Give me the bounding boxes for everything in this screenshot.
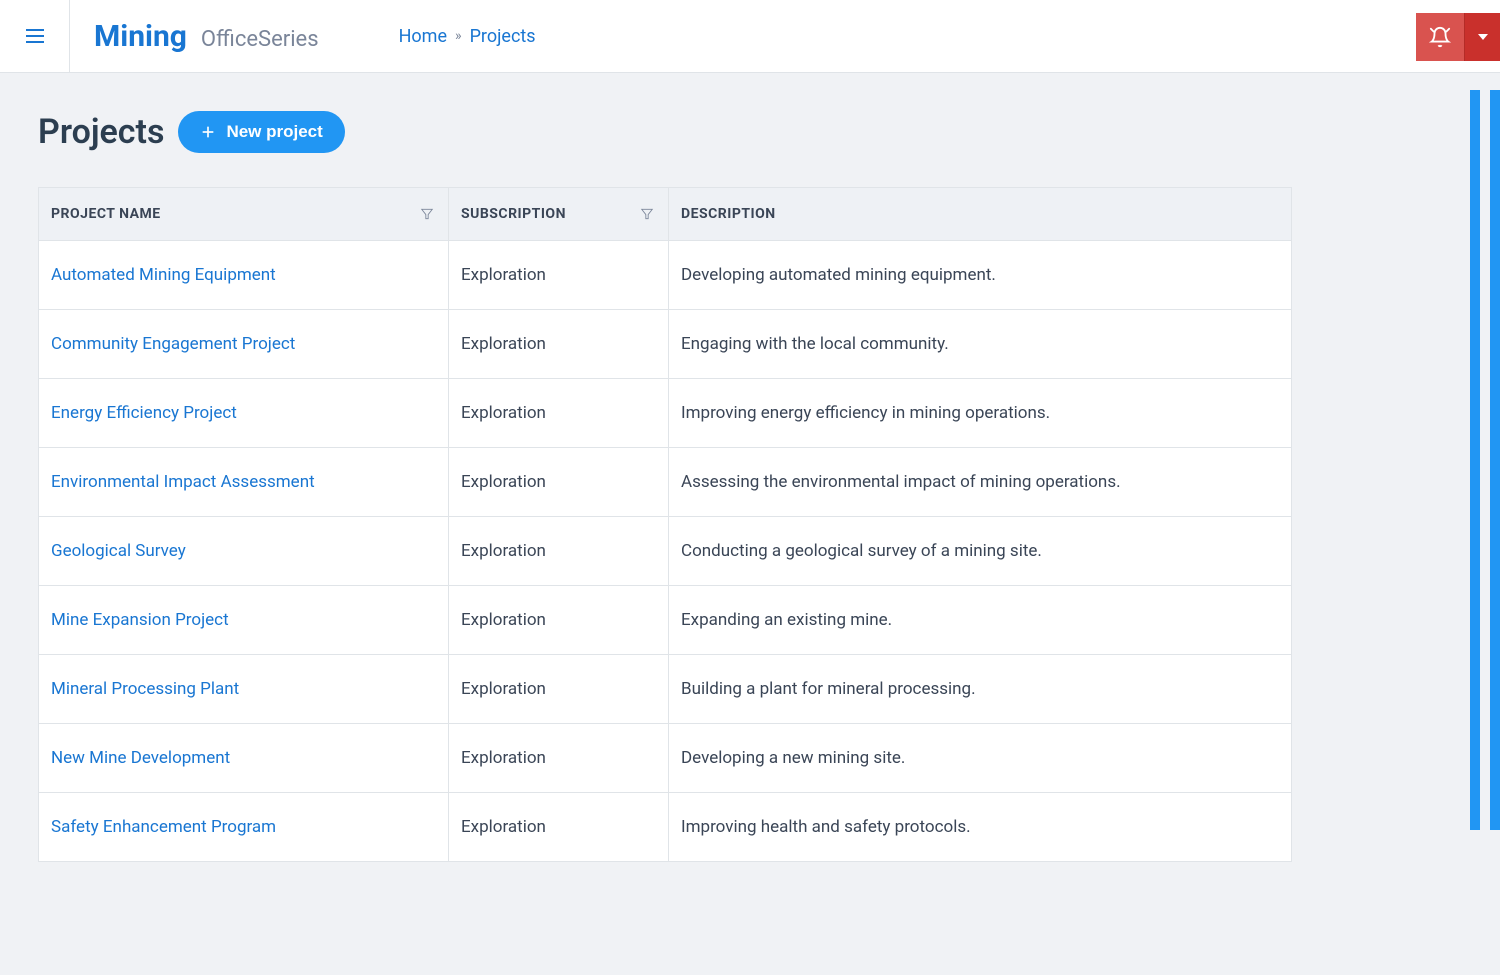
filter-subscription-button[interactable] — [640, 207, 654, 221]
column-header-subscription[interactable]: SUBSCRIPTION — [449, 188, 669, 241]
app-header: Mining OfficeSeries Home » Projects — [0, 0, 1500, 73]
cell-project-name: Environmental Impact Assessment — [39, 448, 449, 517]
projects-table: PROJECT NAME SUBSCRIPTION DESCRIPTION Au… — [38, 187, 1292, 862]
table-row: Mineral Processing Plant ExplorationBuild… — [39, 655, 1292, 724]
table-row: Safety Enhancement Program ExplorationImp… — [39, 793, 1292, 862]
project-link[interactable]: Community Engagement Project — [51, 334, 295, 354]
cell-subscription: Exploration — [449, 379, 669, 448]
cell-description: Conducting a geological survey of a mini… — [669, 517, 1292, 586]
cell-project-name: Energy Efficiency Project — [39, 379, 449, 448]
project-link[interactable]: Mineral Processing Plant — [51, 679, 239, 699]
column-header-name[interactable]: PROJECT NAME — [39, 188, 449, 241]
cell-description: Building a plant for mineral processing. — [669, 655, 1292, 724]
cell-project-name: Automated Mining Equipment — [39, 241, 449, 310]
filter-name-button[interactable] — [420, 207, 434, 221]
brand-block: Mining OfficeSeries — [70, 19, 319, 54]
cell-subscription: Exploration — [449, 655, 669, 724]
table-row: Mine Expansion Project ExplorationExpandi… — [39, 586, 1292, 655]
column-header-name-label: PROJECT NAME — [51, 206, 161, 222]
filter-icon — [640, 207, 654, 221]
brand-suffix: OfficeSeries — [201, 27, 319, 52]
scrollbar-indicator[interactable] — [1470, 90, 1480, 830]
cell-project-name: Geological Survey — [39, 517, 449, 586]
cell-subscription: Exploration — [449, 586, 669, 655]
scrollbar-indicator[interactable] — [1490, 90, 1500, 830]
column-header-subscription-label: SUBSCRIPTION — [461, 206, 566, 222]
project-link[interactable]: Environmental Impact Assessment — [51, 472, 315, 492]
cell-project-name: Mineral Processing Plant — [39, 655, 449, 724]
cell-subscription: Exploration — [449, 241, 669, 310]
project-link[interactable]: Energy Efficiency Project — [51, 403, 237, 423]
cell-description: Developing automated mining equipment. — [669, 241, 1292, 310]
project-link[interactable]: Mine Expansion Project — [51, 610, 229, 630]
table-row: Environmental Impact Assessment Explorati… — [39, 448, 1292, 517]
header-actions — [1416, 13, 1500, 61]
bell-icon — [1429, 26, 1451, 48]
project-link[interactable]: New Mine Development — [51, 748, 230, 768]
cell-subscription: Exploration — [449, 310, 669, 379]
hamburger-icon — [23, 24, 47, 48]
filter-icon — [420, 207, 434, 221]
cell-project-name: New Mine Development — [39, 724, 449, 793]
cell-description: Expanding an existing mine. — [669, 586, 1292, 655]
cell-description: Developing a new mining site. — [669, 724, 1292, 793]
page-title: Projects — [38, 112, 164, 152]
breadcrumb-home-link[interactable]: Home — [399, 26, 447, 47]
table-row: Community Engagement Project ExplorationE… — [39, 310, 1292, 379]
breadcrumb-separator-icon: » — [455, 28, 462, 44]
cell-subscription: Exploration — [449, 793, 669, 862]
cell-project-name: Safety Enhancement Program — [39, 793, 449, 862]
cell-description: Assessing the environmental impact of mi… — [669, 448, 1292, 517]
column-header-description-label: DESCRIPTION — [681, 206, 776, 222]
cell-subscription: Exploration — [449, 517, 669, 586]
page-head: Projects New project — [38, 111, 1462, 153]
cell-project-name: Mine Expansion Project — [39, 586, 449, 655]
main-content: Projects New project PROJECT NAME SUBSCR… — [0, 73, 1500, 862]
new-project-button[interactable]: New project — [178, 111, 344, 153]
column-header-description[interactable]: DESCRIPTION — [669, 188, 1292, 241]
menu-toggle-button[interactable] — [0, 0, 70, 73]
brand-name: Mining — [94, 19, 187, 54]
project-link[interactable]: Safety Enhancement Program — [51, 817, 276, 837]
table-row: New Mine Development ExplorationDevelopin… — [39, 724, 1292, 793]
cell-description: Engaging with the local community. — [669, 310, 1292, 379]
caret-down-icon — [1478, 32, 1488, 42]
table-row: Geological Survey ExplorationConducting a… — [39, 517, 1292, 586]
new-project-button-label: New project — [226, 122, 322, 142]
breadcrumb: Home » Projects — [399, 26, 536, 47]
project-link[interactable]: Geological Survey — [51, 541, 186, 561]
notifications-button[interactable] — [1416, 13, 1464, 61]
breadcrumb-current-link[interactable]: Projects — [470, 26, 536, 47]
cell-subscription: Exploration — [449, 724, 669, 793]
plus-icon — [200, 124, 216, 140]
user-menu-dropdown-button[interactable] — [1464, 13, 1500, 61]
cell-description: Improving health and safety protocols. — [669, 793, 1292, 862]
table-row: Automated Mining Equipment ExplorationDev… — [39, 241, 1292, 310]
cell-subscription: Exploration — [449, 448, 669, 517]
project-link[interactable]: Automated Mining Equipment — [51, 265, 276, 285]
cell-project-name: Community Engagement Project — [39, 310, 449, 379]
table-row: Energy Efficiency Project ExplorationImpr… — [39, 379, 1292, 448]
cell-description: Improving energy efficiency in mining op… — [669, 379, 1292, 448]
